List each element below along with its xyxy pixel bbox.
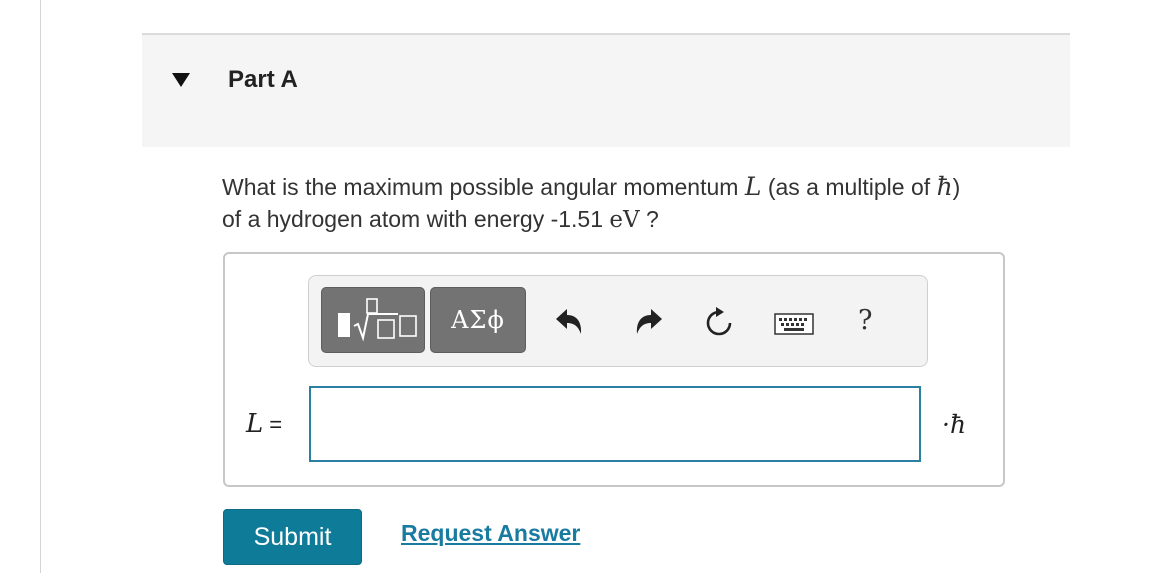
triangle-down-icon[interactable] — [172, 73, 190, 87]
templates-button[interactable] — [321, 287, 425, 353]
symbols-label: ΑΣϕ — [451, 306, 505, 334]
left-divider — [40, 0, 41, 573]
energy-unit: eV — [609, 207, 640, 233]
help-icon[interactable]: ? — [858, 305, 872, 336]
question-middle: (as a multiple of — [767, 174, 931, 200]
undo-icon[interactable] — [554, 307, 586, 337]
redo-icon[interactable] — [632, 307, 664, 337]
momentum-symbol: L — [744, 172, 762, 201]
equals-sign: = — [269, 412, 283, 437]
templates-icon — [338, 298, 417, 342]
part-title: Part A — [228, 66, 298, 93]
submit-button[interactable]: Submit — [223, 509, 362, 565]
symbols-button[interactable]: ΑΣϕ — [430, 287, 526, 353]
answer-variable-label: L = — [246, 408, 282, 439]
question-close: ) — [952, 174, 961, 200]
variable-symbol: L — [246, 409, 264, 439]
answer-unit: ·ħ — [942, 410, 967, 439]
hbar-symbol: ħ — [936, 172, 953, 201]
reset-icon[interactable] — [702, 306, 736, 340]
question-suffix: ? — [646, 206, 659, 232]
question-prefix: What is the maximum possible angular mom… — [222, 174, 739, 200]
request-answer-link[interactable]: Request Answer — [401, 520, 580, 547]
question-line2: of a hydrogen atom with energy -1.51 — [222, 206, 604, 232]
question-text: What is the maximum possible angular mom… — [222, 171, 1082, 236]
answer-input[interactable] — [309, 386, 921, 462]
keyboard-icon[interactable] — [774, 313, 814, 335]
